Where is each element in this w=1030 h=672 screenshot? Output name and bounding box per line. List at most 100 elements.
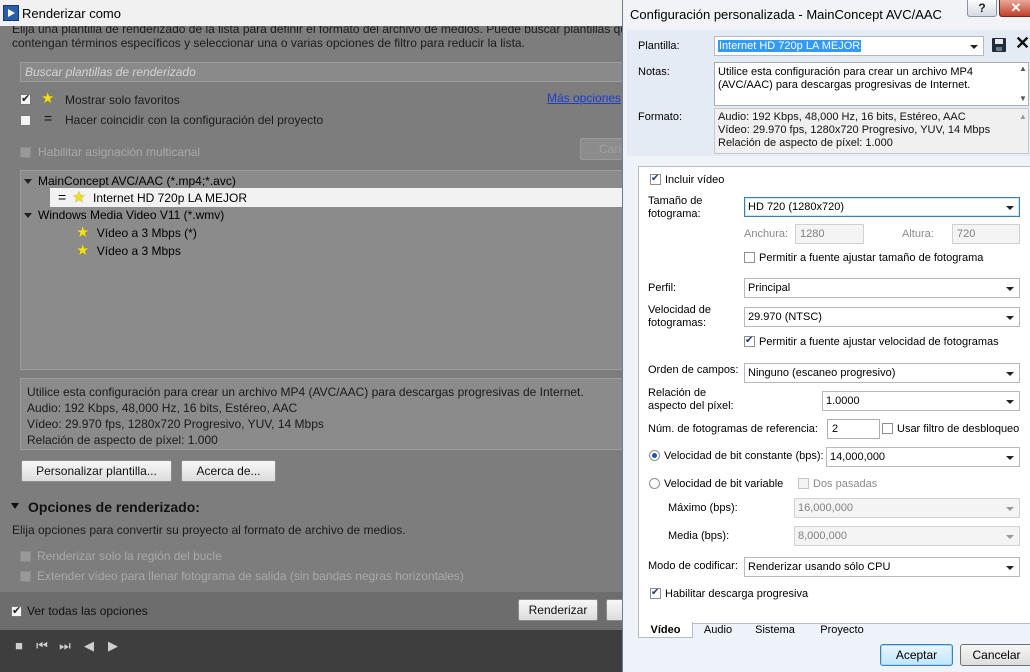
notes-field[interactable]: Utilice esta configuración para crear un…	[714, 62, 1029, 106]
equals-icon: =	[58, 189, 67, 205]
star-icon[interactable]: ★	[72, 189, 85, 206]
cbr-radio[interactable]: Velocidad de bit constante (bps):	[649, 450, 824, 463]
deblock-checkbox[interactable]: Usar filtro de desbloqueo	[882, 423, 1019, 436]
cbr-select[interactable]: 14,000,000	[826, 447, 1020, 467]
tab-system[interactable]: Sistema	[745, 622, 805, 638]
encode-mode-label: Modo de codificar:	[648, 560, 738, 572]
star-icon[interactable]: ★	[76, 242, 89, 259]
delete-template-icon[interactable]: ✕	[1015, 33, 1030, 53]
include-video-checkbox-box[interactable]	[650, 172, 661, 185]
chevron-down-icon[interactable]	[1006, 372, 1014, 376]
customize-template-button[interactable]: Personalizar plantilla...	[21, 460, 172, 482]
format-line: Relación de aspecto de píxel: 1.000	[718, 137, 893, 149]
frame-rate-label: Velocidad de fotogramas:	[648, 304, 711, 330]
star-icon[interactable]: ★	[76, 224, 89, 241]
tab-video[interactable]: Vídeo	[638, 622, 693, 638]
include-video-checkbox[interactable]: Incluir vídeo	[650, 172, 724, 187]
match-project-checkbox[interactable]	[20, 113, 31, 127]
favorites-checkbox-box[interactable]	[20, 92, 31, 106]
tree-group-wmv[interactable]: Windows Media Video V11 (*.wmv)	[24, 207, 224, 224]
frame-rate-label-line: fotogramas:	[648, 317, 707, 329]
frame-size-select[interactable]: HD 720 (1280x720)	[744, 197, 1020, 217]
go-to-end-icon[interactable]: ⏭	[58, 639, 72, 653]
chevron-down-icon[interactable]	[1006, 566, 1014, 570]
window-title: Renderizar como	[22, 6, 121, 21]
progressive-checkbox-box[interactable]	[650, 586, 661, 599]
cbr-radio-button[interactable]	[649, 450, 660, 461]
match-project-label: Hacer coincidir con la configuración del…	[65, 113, 324, 127]
chevron-down-icon[interactable]	[1006, 206, 1014, 210]
stop-icon[interactable]: ■	[12, 639, 26, 653]
vbr-radio[interactable]: Velocidad de bit variable	[649, 478, 783, 491]
show-favorites-checkbox[interactable]	[20, 92, 31, 106]
chevron-down-icon[interactable]	[1006, 456, 1014, 460]
chevron-down-icon[interactable]	[1006, 287, 1014, 291]
tree-group-mainconcept[interactable]: MainConcept AVC/AAC (*.mp4;*.avc)	[24, 173, 236, 190]
expand-arrow-icon[interactable]	[24, 179, 32, 185]
close-button[interactable]: ✕	[999, 0, 1030, 17]
vbr-radio-button[interactable]	[649, 478, 660, 489]
collapse-arrow-icon[interactable]	[11, 503, 19, 509]
ok-button[interactable]: Aceptar	[880, 644, 953, 666]
frame-rate-select[interactable]: 29.970 (NTSC)	[744, 307, 1020, 327]
stretch-checkbox-box	[20, 571, 31, 583]
show-all-options-label: Ver todas las opciones	[27, 604, 148, 618]
expand-arrow-icon[interactable]	[24, 213, 32, 219]
two-pass-checkbox-box	[798, 478, 809, 489]
save-template-icon[interactable]	[992, 38, 1006, 52]
height-field[interactable]: 720	[952, 224, 1020, 244]
tree-item-wmv-3mbps[interactable]: ★ Vídeo a 3 Mbps	[76, 242, 181, 259]
ref-frames-label: Núm. de fotogramas de referencia:	[648, 423, 818, 435]
about-button[interactable]: Acerca de...	[181, 460, 276, 482]
scroll-down-icon[interactable]: ▼	[1019, 94, 1027, 103]
scroll-up-icon[interactable]: ▲	[1019, 112, 1027, 121]
ref-frames-field[interactable]: 2	[827, 419, 880, 439]
chevron-down-icon[interactable]	[1006, 400, 1014, 404]
encode-mode-select[interactable]: Renderizar usando sólo CPU	[744, 557, 1020, 577]
allow-frame-size-checkbox[interactable]: Permitir a fuente ajustar tamaño de foto…	[744, 252, 983, 265]
search-input[interactable]	[21, 63, 625, 81]
height-label: Altura:	[902, 228, 934, 240]
profile-select[interactable]: Principal	[744, 278, 1020, 298]
go-to-start-icon[interactable]: ⏮	[35, 639, 49, 653]
field-order-select[interactable]: Ninguno (escaneo progresivo)	[744, 363, 1020, 383]
scroll-up-icon[interactable]: ▲	[1019, 64, 1027, 73]
max-bitrate-select: 16,000,000	[794, 498, 1020, 518]
tree-item-internet-hd[interactable]: = ★ Internet HD 720p LA MEJOR	[58, 189, 247, 206]
tab-audio[interactable]: Audio	[695, 622, 741, 638]
render-button[interactable]: Renderizar	[518, 599, 598, 621]
more-options-link[interactable]: Más opciones	[547, 91, 621, 105]
pixel-aspect-select[interactable]: 1.0000	[822, 391, 1020, 411]
stretch-checkbox	[20, 569, 31, 583]
previous-frame-icon[interactable]: ◀	[82, 639, 96, 653]
format-label: Formato:	[638, 111, 683, 123]
frame-rate-value: 29.970 (NTSC)	[748, 311, 822, 323]
allow-frame-size-checkbox-box[interactable]	[744, 252, 755, 263]
close-icon[interactable]: ✕	[1011, 0, 1022, 15]
show-all-options-checkbox[interactable]	[11, 604, 22, 618]
cancel-button[interactable]: Cancelar	[960, 644, 1030, 666]
frame-size-label-line: Tamaño de	[648, 195, 703, 207]
next-frame-icon[interactable]: ▶	[106, 639, 120, 653]
chevron-down-icon[interactable]	[1006, 316, 1014, 320]
allow-frame-size-label: Permitir a fuente ajustar tamaño de foto…	[759, 252, 984, 264]
avg-bitrate-label: Media (bps):	[668, 530, 730, 542]
match-project-checkbox-box[interactable]	[20, 115, 31, 127]
template-select[interactable]: Internet HD 720p LA MEJOR	[714, 36, 984, 56]
max-bitrate-value: 16,000,000	[798, 502, 854, 514]
tree-item-wmv-3mbps-star[interactable]: ★ Vídeo a 3 Mbps (*)	[76, 224, 197, 241]
template-search[interactable]	[20, 62, 625, 82]
width-field[interactable]: 1280	[795, 224, 864, 244]
tab-project[interactable]: Proyecto	[809, 622, 875, 638]
star-icon: ★	[41, 90, 55, 107]
chevron-down-icon[interactable]	[970, 45, 978, 49]
allow-frame-rate-checkbox-box[interactable]	[744, 334, 755, 347]
pixel-aspect-label: Relación de aspecto del píxel:	[648, 387, 734, 413]
help-button[interactable]: ?	[967, 0, 997, 17]
show-all-checkbox-box[interactable]	[11, 604, 22, 618]
progressive-download-checkbox[interactable]: Habilitar descarga progresiva	[650, 586, 808, 601]
allow-frame-rate-checkbox[interactable]: Permitir a fuente ajustar velocidad de f…	[744, 334, 999, 349]
loop-region-checkbox	[20, 549, 31, 563]
deblock-checkbox-box[interactable]	[882, 423, 893, 434]
format-info: Audio: 192 Kbps, 48,000 Hz, 16 bits, Est…	[714, 108, 1029, 154]
